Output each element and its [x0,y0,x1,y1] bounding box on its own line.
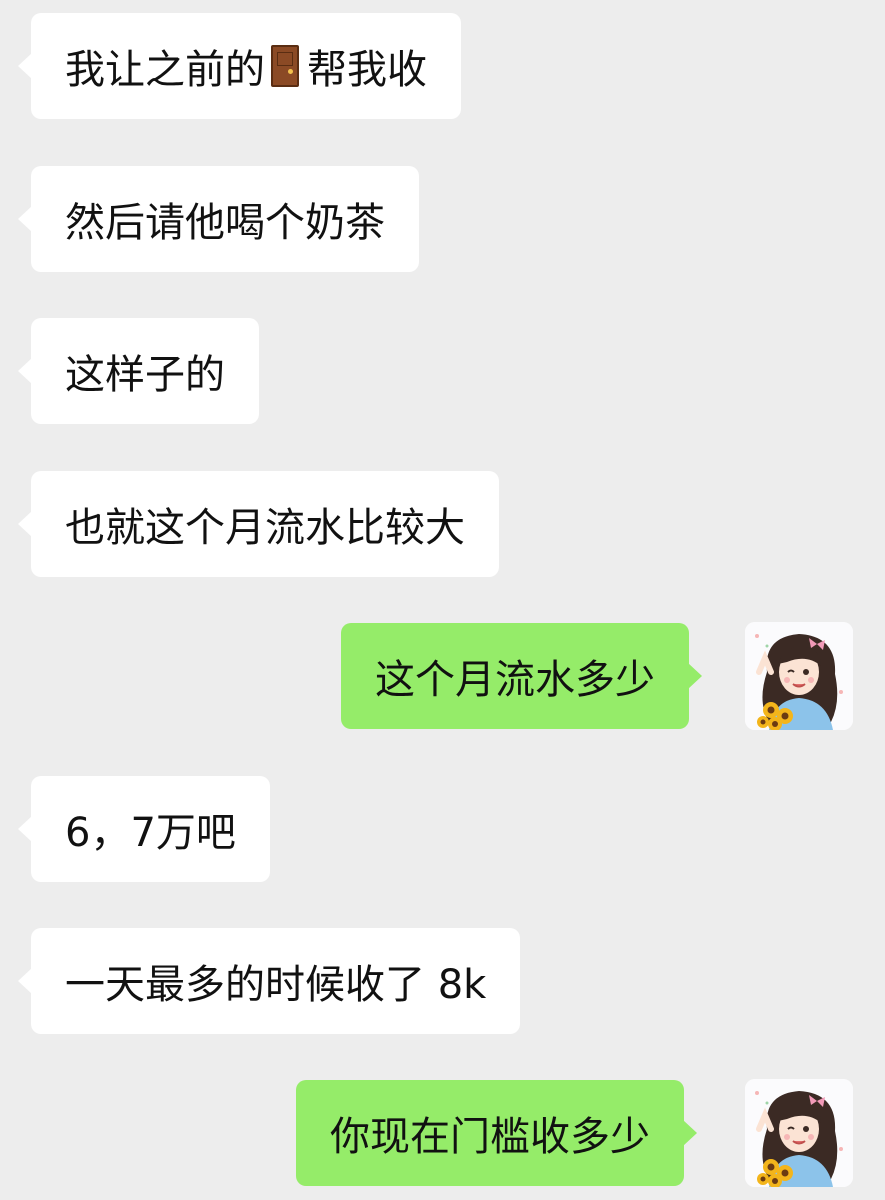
message-text: 一天最多的时候收了 8k [65,962,487,1008]
user-avatar[interactable] [745,1079,853,1187]
message-text: 你现在门槛收多少 [330,1114,650,1160]
incoming-message-bubble[interactable]: 6，7万吧 [18,776,270,882]
message-text: 然后请他喝个奶茶 [65,200,385,246]
incoming-message-bubble[interactable]: 我让之前的 帮我收 [18,13,461,119]
incoming-message-bubble[interactable]: 一天最多的时候收了 8k [17,928,521,1034]
outgoing-message-bubble[interactable]: 你现在门槛收多少 [296,1080,697,1186]
message-text: 帮我收 [307,47,427,93]
message-text: 我让之前的 [65,47,265,93]
incoming-message-bubble[interactable]: 这样子的 [18,318,259,424]
message-text: 这个月流水多少 [375,657,655,703]
incoming-message-bubble[interactable]: 也就这个月流水比较大 [18,471,499,577]
message-text: 6，7万吧 [65,810,236,856]
outgoing-message-bubble[interactable]: 这个月流水多少 [341,623,702,729]
girl-with-sunflowers-avatar [745,622,853,730]
message-text: 这样子的 [65,352,225,398]
incoming-message-bubble[interactable]: 然后请他喝个奶茶 [18,166,419,272]
message-text: 也就这个月流水比较大 [65,505,465,551]
girl-with-sunflowers-avatar [745,1079,853,1187]
chat-area: 我让之前的 帮我收 然后请他喝个奶茶 这样子的 也就这个月流水比较大 这个月流水… [0,0,885,1200]
door-icon [271,45,299,87]
user-avatar[interactable] [745,622,853,730]
